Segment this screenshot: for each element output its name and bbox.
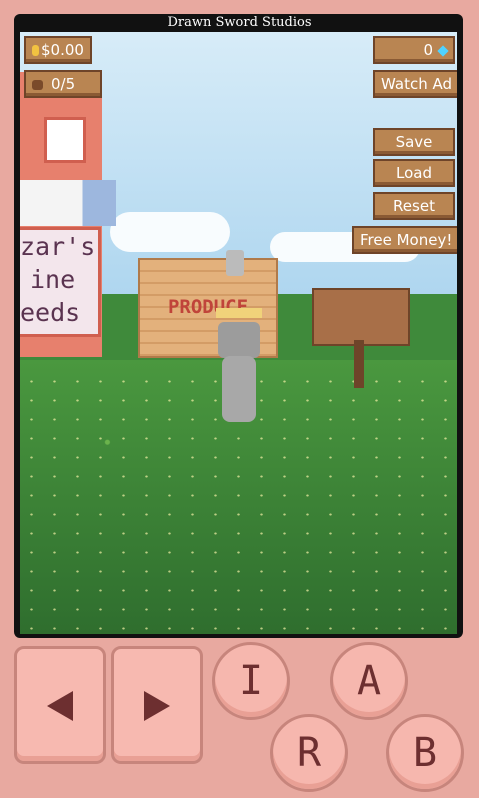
money-value: $0.00 — [41, 41, 84, 59]
shop-awning — [20, 180, 116, 226]
wooden-signpost[interactable] — [312, 288, 410, 346]
paw-icon — [226, 250, 244, 276]
r-button[interactable]: R — [270, 714, 348, 792]
cat-head — [218, 322, 260, 358]
right-arrow-icon — [144, 691, 170, 721]
shop-sign: zar's ine eeds — [20, 227, 101, 337]
right-button[interactable] — [111, 646, 203, 764]
reset-button[interactable]: Reset — [373, 192, 455, 220]
signpost-leg — [354, 340, 364, 388]
studio-title: Drawn Sword Studios — [167, 15, 312, 30]
shop-sign-line: ine — [30, 265, 76, 294]
free-money-button[interactable]: Free Money! — [352, 226, 457, 254]
inventory-value: 0/5 — [51, 75, 76, 93]
inventory-display: 0/5 — [24, 70, 102, 98]
game-screen[interactable]: zar's ine eeds PRODUCE $0.00 0/5 0 Watch… — [20, 32, 457, 634]
load-button[interactable]: Load — [373, 159, 455, 187]
gem-display: 0 — [373, 36, 455, 64]
cat-player — [216, 308, 262, 432]
left-button[interactable] — [14, 646, 106, 764]
coin-icon — [32, 45, 39, 56]
save-button[interactable]: Save — [373, 128, 455, 156]
cat-body — [222, 356, 256, 422]
shop-sign-line: zar's — [20, 232, 96, 261]
b-button[interactable]: B — [386, 714, 464, 792]
left-arrow-icon — [47, 691, 73, 721]
a-button[interactable]: A — [330, 642, 408, 720]
seed-bag-icon — [32, 79, 43, 90]
straw-hat — [216, 308, 262, 318]
gem-icon — [437, 44, 449, 57]
shop-sign-line: eeds — [20, 298, 81, 327]
money-display: $0.00 — [24, 36, 92, 64]
shop-window — [44, 117, 86, 163]
cloud — [110, 212, 230, 252]
watch-ad-button[interactable]: Watch Ad — [373, 70, 457, 98]
i-button[interactable]: I — [212, 642, 290, 720]
gem-value: 0 — [423, 41, 433, 59]
